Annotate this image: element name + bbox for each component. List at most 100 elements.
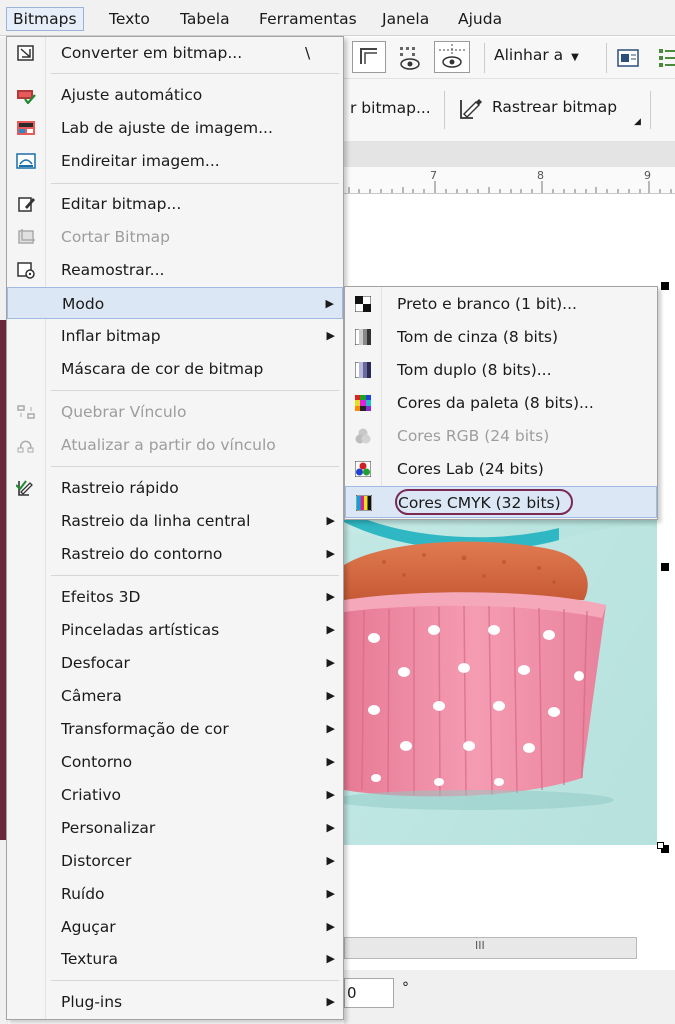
convert-bitmap-button[interactable]: r bitmap...	[350, 99, 431, 117]
menu-item-label: Reamostrar...	[61, 261, 165, 279]
submenu-arrow-icon: ▶	[326, 887, 335, 900]
menu-item-noise[interactable]: Ruído ▶	[7, 878, 343, 910]
selection-handle-middle-right[interactable]	[661, 563, 669, 571]
menu-item-resample[interactable]: Reamostrar...	[7, 254, 343, 286]
grid-view-button[interactable]	[392, 43, 428, 73]
menubar-bitmaps[interactable]: Bitmaps	[6, 7, 84, 31]
mode-palette-colors[interactable]: Cores da paleta (8 bits)...	[345, 387, 657, 419]
menu-item-distort[interactable]: Distorcer ▶	[7, 845, 343, 877]
menu-item-straighten-image[interactable]: Endireitar imagem...	[7, 145, 343, 177]
bitmap-toolbar: r bitmap... Rastrear bitmap ◢	[344, 79, 675, 142]
menu-item-3d-effects[interactable]: Efeitos 3D ▶	[7, 581, 343, 613]
degree-symbol: °	[402, 980, 409, 996]
mode-cmyk-colors[interactable]: Cores CMYK (32 bits)	[345, 486, 657, 518]
menu-item-label: Personalizar	[61, 819, 156, 837]
corner-node[interactable]	[657, 842, 664, 849]
menu-item-label: Inflar bitmap	[61, 327, 161, 345]
menu-item-centerline-trace[interactable]: Rastreio da linha central ▶	[7, 505, 343, 537]
menu-item-image-adjust-lab[interactable]: Lab de ajuste de imagem...	[7, 112, 343, 144]
menubar-tabela[interactable]: Tabela	[174, 7, 236, 31]
dropdown-arrow-icon: ▼	[571, 52, 579, 63]
convert-bitmap-icon	[17, 45, 34, 61]
submenu-arrow-icon: ▶	[326, 788, 335, 801]
menu-item-sharpen[interactable]: Aguçar ▶	[7, 911, 343, 943]
submenu-item-label: Tom de cinza (8 bits)	[397, 328, 559, 346]
submenu-arrow-icon: ▶	[326, 920, 335, 933]
menu-item-label: Quebrar Vínculo	[61, 403, 187, 421]
trace-dropdown-icon[interactable]: ◢	[634, 117, 641, 127]
trace-bitmap-icon	[460, 99, 482, 119]
submenu-item-label: Cores da paleta (8 bits)...	[397, 394, 594, 412]
trace-bitmap-button[interactable]: Rastrear bitmap	[458, 95, 617, 123]
menu-item-label: Contorno	[61, 753, 133, 771]
trace-bitmap-label: Rastrear bitmap	[492, 98, 618, 116]
menubar-texto[interactable]: Texto	[103, 7, 156, 31]
mode-duotone[interactable]: Tom duplo (8 bits)...	[345, 354, 657, 386]
align-label: Alinhar a	[494, 46, 564, 64]
submenu-arrow-icon: ▶	[326, 623, 335, 636]
edit-bitmap-icon	[18, 197, 35, 212]
menu-separator	[51, 73, 339, 74]
horizontal-scrollbar[interactable]: III	[344, 937, 637, 959]
menu-item-plugins[interactable]: Plug-ins ▶	[7, 986, 343, 1018]
mode-black-white[interactable]: Preto e branco (1 bit)...	[345, 288, 657, 320]
menu-item-label: Plug-ins	[61, 993, 123, 1011]
horizontal-ruler: 7 8 9	[344, 167, 675, 194]
menu-item-convert-bitmap[interactable]: Converter em bitmap... \	[7, 37, 343, 69]
mode-grayscale[interactable]: Tom de cinza (8 bits)	[345, 321, 657, 353]
submenu-arrow-icon: ▶	[326, 854, 335, 867]
menu-item-mode[interactable]: Modo ▶	[7, 287, 343, 319]
menu-item-label: Rastreio do contorno	[61, 545, 223, 563]
menubar-ajuda[interactable]: Ajuda	[452, 7, 508, 31]
menu-item-texture[interactable]: Textura ▶	[7, 943, 343, 975]
options-button[interactable]	[616, 47, 640, 69]
menu-separator	[51, 390, 339, 391]
menu-item-custom[interactable]: Personalizar ▶	[7, 812, 343, 844]
menu-item-inflate-bitmap[interactable]: Inflar bitmap ▶	[7, 320, 343, 352]
menu-item-bitmap-color-mask[interactable]: Máscara de cor de bitmap	[7, 353, 343, 385]
submenu-item-label: Cores RGB (24 bits)	[397, 427, 550, 445]
menu-bar: Bitmaps Texto Tabela Ferramentas Janela …	[0, 0, 675, 36]
straighten-image-icon	[16, 153, 36, 169]
mode-lab-colors[interactable]: Cores Lab (24 bits)	[345, 453, 657, 485]
menu-item-creative[interactable]: Criativo ▶	[7, 779, 343, 811]
menubar-janela[interactable]: Janela	[376, 7, 435, 31]
toolbar-divider-2	[606, 43, 607, 73]
mode-submenu: Preto e branco (1 bit)... Tom de cinza (…	[344, 286, 658, 520]
angle-input[interactable]: 0	[344, 978, 394, 1008]
menu-item-crop-bitmap: Cortar Bitmap	[7, 221, 343, 253]
guides-view-button[interactable]	[434, 41, 470, 73]
more-options-button[interactable]	[656, 45, 675, 71]
menu-separator	[51, 183, 339, 184]
align-dropdown[interactable]: Alinhar a ▼	[494, 46, 579, 64]
options-icon	[617, 49, 639, 67]
list-icon	[659, 49, 675, 67]
menu-item-quick-trace[interactable]: Rastreio rápido	[7, 472, 343, 504]
ruler-label-7: 7	[430, 169, 437, 182]
menu-item-contour[interactable]: Contorno ▶	[7, 746, 343, 778]
menu-item-label: Atualizar a partir do vínculo	[61, 436, 276, 454]
frame-tool-button[interactable]	[352, 41, 386, 73]
menu-separator	[51, 466, 339, 467]
menu-item-camera[interactable]: Câmera ▶	[7, 680, 343, 712]
menu-item-blur[interactable]: Desfocar ▶	[7, 647, 343, 679]
bitmaps-menu: Converter em bitmap... \ Ajuste automáti…	[6, 36, 344, 1020]
mode-rgb-colors: Cores RGB (24 bits)	[345, 420, 657, 452]
auto-adjust-icon	[17, 90, 36, 104]
menu-item-color-transform[interactable]: Transformação de cor ▶	[7, 713, 343, 745]
lab-colors-icon	[355, 461, 371, 477]
submenu-arrow-icon: ▶	[326, 547, 335, 560]
submenu-arrow-icon: ▶	[326, 952, 335, 965]
duotone-icon	[355, 362, 371, 378]
menu-item-break-link: Quebrar Vínculo	[7, 396, 343, 428]
menu-item-label: Criativo	[61, 786, 122, 804]
menu-item-art-strokes[interactable]: Pinceladas artísticas ▶	[7, 614, 343, 646]
crop-bitmap-icon	[18, 229, 35, 244]
menu-item-auto-adjust[interactable]: Ajuste automático	[7, 79, 343, 111]
submenu-arrow-icon: ▶	[325, 297, 334, 310]
selection-handle-top-right[interactable]	[661, 282, 669, 290]
menu-item-label: Ajuste automático	[61, 86, 203, 104]
menubar-ferramentas[interactable]: Ferramentas	[253, 7, 363, 31]
menu-item-outline-trace[interactable]: Rastreio do contorno ▶	[7, 538, 343, 570]
menu-item-edit-bitmap[interactable]: Editar bitmap...	[7, 188, 343, 220]
